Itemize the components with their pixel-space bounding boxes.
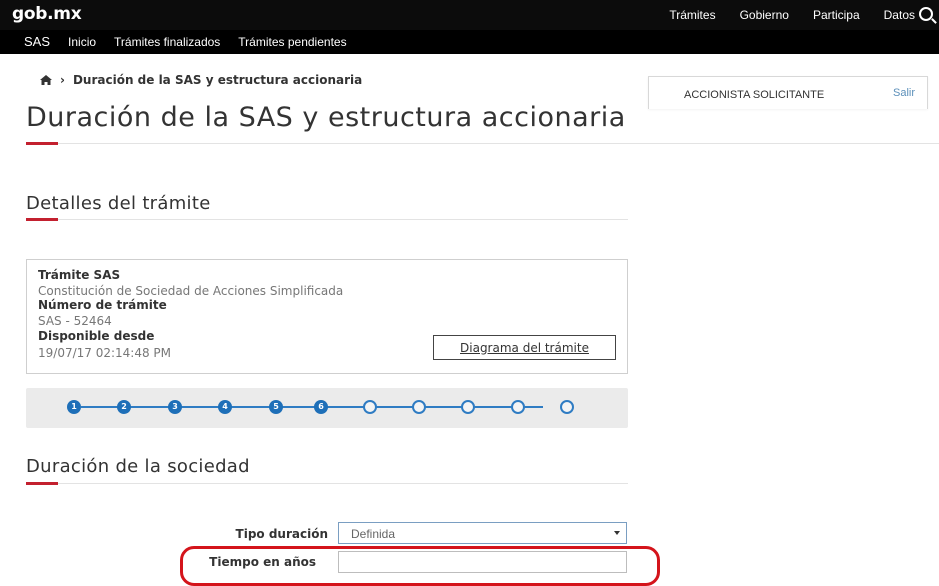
duration-accent-bar [26,482,58,485]
tramite-label: Trámite SAS [38,268,121,282]
step-1: 1 [67,400,81,414]
numero-label: Número de trámite [38,298,167,312]
step-8 [412,400,426,414]
step-9 [461,400,475,414]
step-7 [363,400,377,414]
diagram-button-label: Diagrama del trámite [460,340,589,355]
tipo-duracion-label: Tipo duración [235,527,328,541]
user-name: ACCIONISTA SOLICITANTE [684,89,825,101]
subnav-tramites-finalizados[interactable]: Trámites finalizados [114,35,220,49]
tipo-duracion-value: Definida [351,527,396,541]
diagram-button[interactable]: Diagrama del trámite [433,335,616,360]
step-3: 3 [168,400,182,414]
nav-tramites[interactable]: Trámites [669,8,715,22]
tramite-value: Constitución de Sociedad de Acciones Sim… [38,284,344,298]
details-accent-bar [26,218,58,221]
details-card: Trámite SAS Constitución de Sociedad de … [26,259,628,374]
chevron-down-icon [614,531,620,535]
details-section-title: Detalles del trámite [26,193,211,214]
disponible-label: Disponible desde [38,329,155,343]
home-icon[interactable] [40,75,52,85]
step-6: 6 [314,400,328,414]
nav-datos[interactable]: Datos [884,8,915,22]
breadcrumb: › Duración de la SAS y estructura accion… [40,73,362,87]
duration-section-title: Duración de la sociedad [26,456,250,477]
disponible-value: 19/07/17 02:14:48 PM [38,346,172,360]
nav-participa[interactable]: Participa [813,8,860,22]
top-bar: gob.mx Trámites Gobierno Participa Datos [0,0,939,30]
top-nav: Trámites Gobierno Participa Datos [669,8,915,22]
gob-mx-logo[interactable]: gob.mx [12,4,82,24]
search-icon[interactable] [919,7,933,21]
breadcrumb-current: Duración de la SAS y estructura accionar… [72,73,363,87]
details-divider [26,219,628,220]
user-panel: ACCIONISTA SOLICITANTE Salir [648,76,928,109]
chevron-right-icon: › [60,73,65,87]
subnav-sas[interactable]: SAS [24,34,50,49]
subnav-inicio[interactable]: Inicio [68,35,96,49]
title-accent-bar [26,142,58,145]
step-10 [511,400,525,414]
subnav-tramites-pendientes[interactable]: Trámites pendientes [238,35,346,49]
tipo-duracion-select[interactable]: Definida [338,522,627,544]
numero-value: SAS - 52464 [38,314,112,328]
highlight-annotation [180,546,660,586]
title-divider [26,143,939,144]
step-5: 5 [269,400,283,414]
progress-stepper: 1 2 3 4 5 6 [26,388,628,428]
page-title: Duración de la SAS y estructura accionar… [26,102,626,133]
step-2: 2 [117,400,131,414]
step-11 [560,400,574,414]
step-4: 4 [218,400,232,414]
sub-nav: SAS Inicio Trámites finalizados Trámites… [0,30,939,54]
nav-gobierno[interactable]: Gobierno [740,8,789,22]
logout-link[interactable]: Salir [893,87,915,99]
duration-divider [26,483,628,484]
